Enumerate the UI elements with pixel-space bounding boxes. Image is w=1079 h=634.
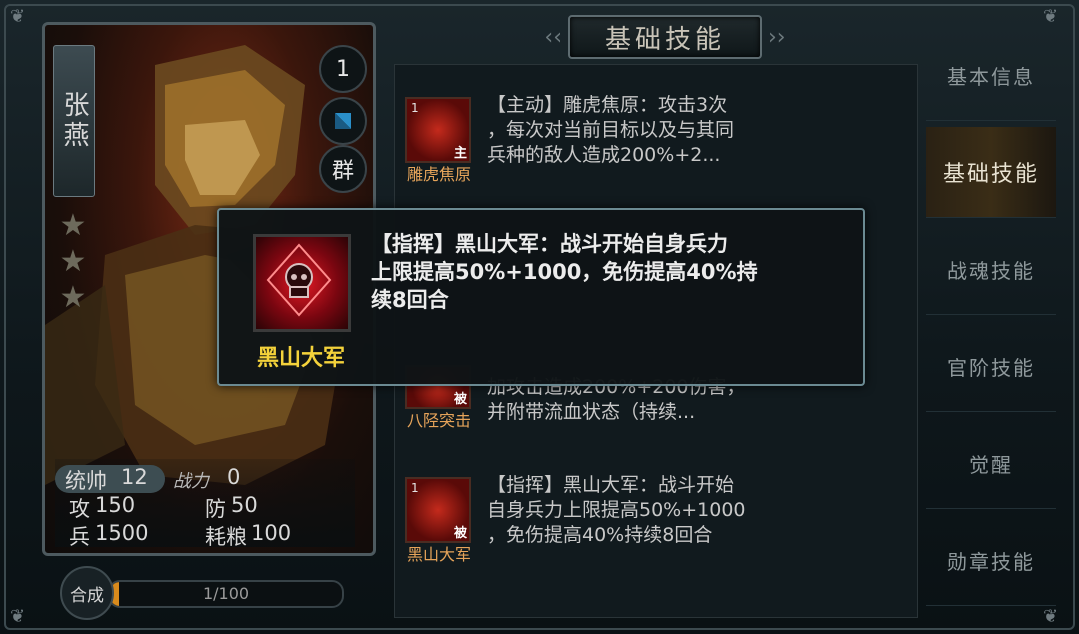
faction-badge: 群 bbox=[319, 145, 367, 193]
tab-soul-skills[interactable]: 战魂技能 bbox=[926, 224, 1056, 315]
synthesis-progress-bar: 1/100 bbox=[108, 580, 344, 608]
skill-tooltip[interactable]: 黑山大军 【指挥】黑山大军：战斗开始自身兵力 上限提高50%+1000，免伤提高… bbox=[217, 208, 865, 386]
skill-desc-line: 并附带流血状态（持续... bbox=[487, 401, 696, 423]
star-icon: ★ bbox=[59, 280, 87, 315]
game-window: ❦ ❦ ❦ ❦ ‹‹ 基础技能 ›› 张燕 ★ ★ ★ 1 群 统帅 12 战力… bbox=[0, 0, 1079, 634]
black-mountain-skill-icon bbox=[253, 234, 351, 332]
synthesis-button[interactable]: 合成 bbox=[60, 566, 114, 620]
tooltip-description: 【指挥】黑山大军：战斗开始自身兵力 上限提高50%+1000，免伤提高40%持 … bbox=[371, 230, 841, 314]
tooltip-skill-name: 黑山大军 bbox=[256, 346, 345, 371]
power-value: 0 bbox=[227, 465, 241, 489]
star-icon: ★ bbox=[59, 244, 87, 279]
title-bar: ‹‹ 基础技能 ›› bbox=[520, 14, 810, 60]
title-wing-left-icon: ‹‹ bbox=[544, 24, 562, 50]
skill-description: 【指挥】黑山大军：战斗开始 自身兵力上限提高50%+1000 ，免伤提高40%持… bbox=[487, 473, 867, 548]
troops-label: 兵 bbox=[69, 525, 90, 549]
tooltip-desc-line: 【指挥】黑山大军：战斗开始自身兵力 bbox=[371, 232, 728, 256]
skill-description: 【主动】雕虎焦原：攻击3次 ，每次对当前目标以及与其同 兵种的敌人造成200%+… bbox=[487, 93, 867, 168]
tab-rank-skills[interactable]: 官阶技能 bbox=[926, 321, 1056, 412]
title-wing-right-icon: ›› bbox=[768, 24, 786, 50]
tab-medal-skills[interactable]: 勋章技能 bbox=[926, 515, 1056, 606]
star-rating: ★ ★ ★ bbox=[53, 205, 93, 313]
corner-ornament-icon: ❦ bbox=[1043, 6, 1059, 27]
skill-desc-line: 【主动】雕虎焦原：攻击3次 bbox=[487, 94, 728, 116]
food-value: 100 bbox=[251, 521, 292, 545]
skill-desc-line: ，免伤提高40%持续8回合 bbox=[487, 524, 713, 546]
corner-ornament-icon: ❦ bbox=[10, 6, 26, 27]
power-label: 战力 bbox=[173, 471, 209, 492]
skill-name: 黑山大军 bbox=[406, 545, 471, 564]
attack-value: 150 bbox=[95, 493, 136, 517]
tooltip-desc-line: 上限提高50%+1000，免伤提高40%持 bbox=[371, 260, 758, 284]
troops-value: 1500 bbox=[95, 521, 149, 545]
defense-label: 防 bbox=[205, 497, 226, 521]
tab-basic-info[interactable]: 基本信息 bbox=[926, 30, 1056, 121]
troop-type-icon bbox=[319, 97, 367, 145]
skill-type: 主 bbox=[453, 146, 467, 161]
skill-row[interactable]: 1 被 黑山大军 【指挥】黑山大军：战斗开始 自身兵力上限提高50%+1000 … bbox=[395, 473, 865, 569]
command-label: 统帅 bbox=[65, 469, 107, 493]
skill-type: 被 bbox=[453, 392, 467, 407]
skill-name: 雕虎焦原 bbox=[406, 165, 471, 184]
star-icon: ★ bbox=[59, 208, 87, 243]
attack-label: 攻 bbox=[69, 497, 90, 521]
tab-awaken[interactable]: 觉醒 bbox=[926, 418, 1056, 509]
command-value: 12 bbox=[121, 465, 148, 489]
skill-type: 被 bbox=[453, 526, 467, 541]
skill-row[interactable]: 1 主 雕虎焦原 【主动】雕虎焦原：攻击3次 ，每次对当前目标以及与其同 兵种的… bbox=[395, 93, 865, 189]
page-title: 基础技能 bbox=[568, 15, 762, 59]
skill-name: 八陉突击 bbox=[406, 411, 471, 430]
skill-desc-line: 【指挥】黑山大军：战斗开始 bbox=[487, 474, 735, 496]
tab-basic-skills[interactable]: 基础技能 bbox=[926, 127, 1056, 218]
synthesis-progress-text: 1/100 bbox=[202, 584, 250, 603]
claw-skill-icon: 1 主 bbox=[405, 97, 471, 163]
level-badge: 1 bbox=[319, 45, 367, 93]
skill-desc-line: ，每次对当前目标以及与其同 bbox=[487, 119, 735, 141]
skill-desc-line: 自身兵力上限提高50%+1000 bbox=[487, 499, 746, 521]
defense-value: 50 bbox=[231, 493, 258, 517]
skill-desc-line: 兵种的敌人造成200%+2... bbox=[487, 144, 721, 166]
tooltip-desc-line: 续8回合 bbox=[371, 288, 449, 312]
hero-name: 张燕 bbox=[53, 45, 95, 197]
food-label: 耗粮 bbox=[205, 525, 247, 549]
skill-level: 1 bbox=[411, 481, 419, 495]
hero-stats: 统帅 12 战力 0 攻 150 防 50 兵 1500 耗粮 100 bbox=[55, 459, 355, 549]
synthesis-area: 1/100 合成 bbox=[60, 566, 344, 620]
black-mountain-skill-icon: 1 被 bbox=[405, 477, 471, 543]
corner-ornament-icon: ❦ bbox=[10, 606, 26, 627]
skill-level: 1 bbox=[411, 101, 419, 115]
side-tabs: 基本信息 基础技能 战魂技能 官阶技能 觉醒 勋章技能 bbox=[926, 30, 1056, 620]
